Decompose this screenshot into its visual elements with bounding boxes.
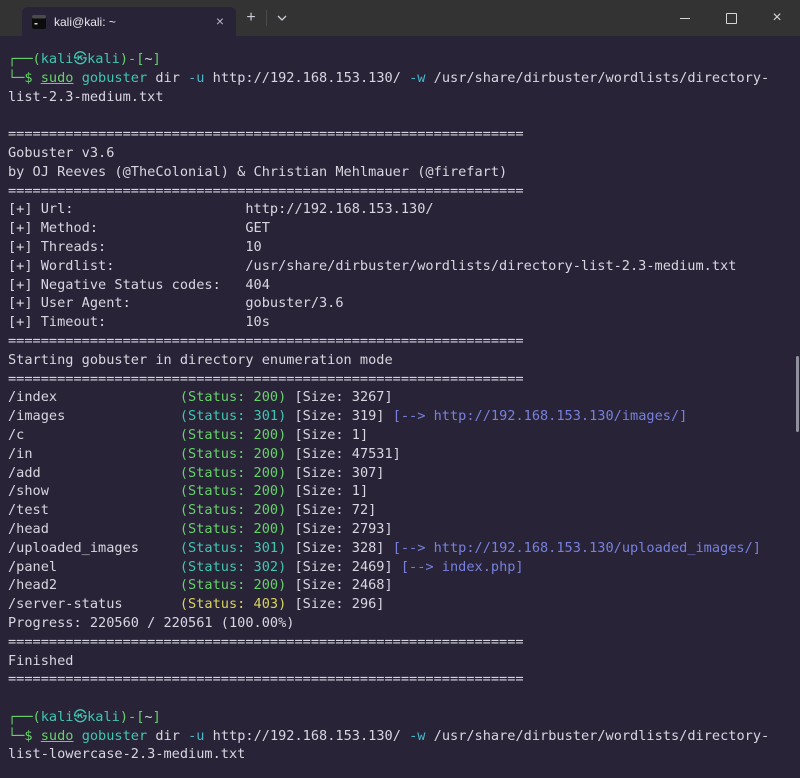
terminal-line: /add (Status: 200) [Size: 307]: [8, 464, 792, 483]
terminal-line: [+] User Agent: gobuster/3.6: [8, 294, 792, 313]
new-tab-button[interactable]: +: [236, 0, 266, 36]
terminal-line: /in (Status: 200) [Size: 47531]: [8, 445, 792, 464]
terminal-line: ========================================…: [8, 182, 792, 201]
terminal-line: ========================================…: [8, 670, 792, 689]
terminal-line: list-lowercase-2.3-medium.txt: [8, 745, 792, 764]
terminal-line: /panel (Status: 302) [Size: 2469] [--> i…: [8, 558, 792, 577]
terminal-line: ========================================…: [8, 125, 792, 144]
terminal-line: /head2 (Status: 200) [Size: 2468]: [8, 576, 792, 595]
terminal-line: /head (Status: 200) [Size: 2793]: [8, 520, 792, 539]
terminal-line: Progress: 220560 / 220561 (100.00%): [8, 614, 792, 633]
tab-title: kali@kali: ~: [54, 15, 204, 29]
terminal-line: /index (Status: 200) [Size: 3267]: [8, 388, 792, 407]
terminal-line: ========================================…: [8, 332, 792, 351]
close-button[interactable]: ×: [754, 0, 800, 36]
tab-kali[interactable]: kali@kali: ~ ×: [22, 7, 236, 36]
titlebar-drag-area[interactable]: [297, 0, 662, 36]
terminal-line: [+] Timeout: 10s: [8, 313, 792, 332]
terminal-line: /uploaded_images (Status: 301) [Size: 32…: [8, 539, 792, 558]
terminal-line: ========================================…: [8, 633, 792, 652]
terminal-line: ┌──(kali㉿kali)-[~]: [8, 708, 792, 727]
terminal-line: by OJ Reeves (@TheColonial) & Christian …: [8, 163, 792, 182]
terminal-output[interactable]: ┌──(kali㉿kali)-[~]└─$ sudo gobuster dir …: [0, 36, 800, 778]
terminal-line: [8, 689, 792, 708]
minimize-button[interactable]: [662, 0, 708, 36]
terminal-line: [+] Threads: 10: [8, 238, 792, 257]
terminal-icon: [32, 15, 46, 29]
terminal-line: /c (Status: 200) [Size: 1]: [8, 426, 792, 445]
scrollbar-thumb[interactable]: [796, 356, 799, 432]
tab-dropdown-button[interactable]: [267, 0, 297, 36]
tab-close-icon[interactable]: ×: [212, 14, 228, 30]
titlebar[interactable]: kali@kali: ~ × + ×: [0, 0, 800, 36]
terminal-line: /show (Status: 200) [Size: 1]: [8, 482, 792, 501]
terminal-line: list-2.3-medium.txt: [8, 88, 792, 107]
terminal-line: [+] Method: GET: [8, 219, 792, 238]
chevron-down-icon: [277, 15, 287, 21]
terminal-line: Finished: [8, 652, 792, 671]
maximize-button[interactable]: [708, 0, 754, 36]
terminal-window: kali@kali: ~ × + × ┌──(kali㉿kali)-[~]└─$…: [0, 0, 800, 778]
terminal-line: [+] Url: http://192.168.153.130/: [8, 200, 792, 219]
terminal-line: /test (Status: 200) [Size: 72]: [8, 501, 792, 520]
terminal-line: /server-status (Status: 403) [Size: 296]: [8, 595, 792, 614]
terminal-line: Starting gobuster in directory enumerati…: [8, 351, 792, 370]
terminal-line: ┌──(kali㉿kali)-[~]: [8, 50, 792, 69]
minimize-icon: [680, 18, 690, 19]
terminal-line: /images (Status: 301) [Size: 319] [--> h…: [8, 407, 792, 426]
terminal-line: [+] Wordlist: /usr/share/dirbuster/wordl…: [8, 257, 792, 276]
maximize-icon: [726, 13, 737, 24]
terminal-line: [+] Negative Status codes: 404: [8, 276, 792, 295]
close-icon: ×: [772, 10, 781, 26]
terminal-line: Gobuster v3.6: [8, 144, 792, 163]
terminal-line: ========================================…: [8, 370, 792, 389]
terminal-line: └─$ sudo gobuster dir -u http://192.168.…: [8, 727, 792, 746]
terminal-line: └─$ sudo gobuster dir -u http://192.168.…: [8, 69, 792, 88]
terminal-line: [8, 106, 792, 125]
